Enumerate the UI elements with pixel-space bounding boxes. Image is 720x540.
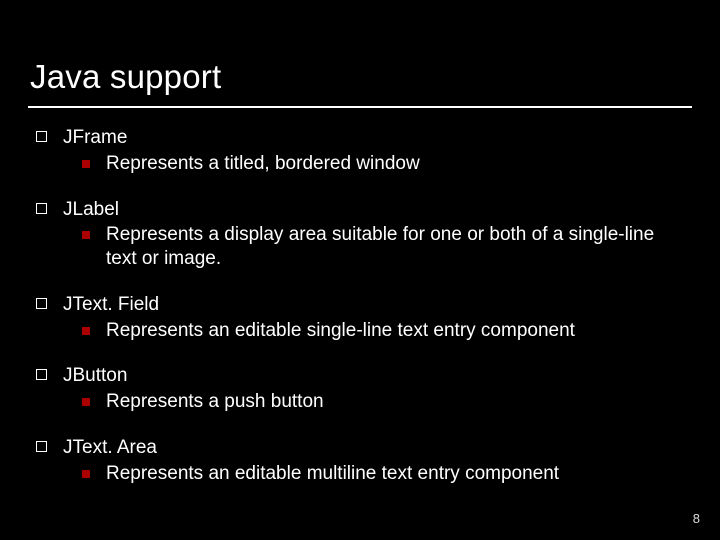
bullet-list: JFrame Represents a titled, bordered win… bbox=[34, 126, 692, 485]
square-bullet-icon bbox=[36, 203, 47, 214]
item-description: Represents a display area suitable for o… bbox=[106, 223, 686, 271]
sub-bullet-icon bbox=[82, 470, 90, 478]
sub-bullet-icon bbox=[82, 327, 90, 335]
item-title: JButton bbox=[63, 364, 127, 388]
slide-title: Java support bbox=[30, 58, 692, 96]
item-title: JText. Area bbox=[63, 436, 157, 460]
list-item: JButton Represents a push button bbox=[34, 364, 692, 414]
list-item: JText. Area Represents an editable multi… bbox=[34, 436, 692, 486]
slide: Java support JFrame Represents a titled,… bbox=[0, 0, 720, 540]
square-bullet-icon bbox=[36, 131, 47, 142]
sub-bullet-icon bbox=[82, 398, 90, 406]
list-item: JFrame Represents a titled, bordered win… bbox=[34, 126, 692, 176]
square-bullet-icon bbox=[36, 441, 47, 452]
page-number: 8 bbox=[693, 511, 700, 526]
list-item: JLabel Represents a display area suitabl… bbox=[34, 198, 692, 271]
item-description: Represents an editable single-line text … bbox=[106, 319, 575, 343]
item-title: JLabel bbox=[63, 198, 119, 222]
square-bullet-icon bbox=[36, 298, 47, 309]
item-description: Represents a titled, bordered window bbox=[106, 152, 420, 176]
square-bullet-icon bbox=[36, 369, 47, 380]
title-underline bbox=[28, 106, 692, 108]
sub-bullet-icon bbox=[82, 160, 90, 168]
item-title: JText. Field bbox=[63, 293, 159, 317]
item-title: JFrame bbox=[63, 126, 127, 150]
item-description: Represents a push button bbox=[106, 390, 324, 414]
list-item: JText. Field Represents an editable sing… bbox=[34, 293, 692, 343]
item-description: Represents an editable multiline text en… bbox=[106, 462, 559, 486]
sub-bullet-icon bbox=[82, 231, 90, 239]
